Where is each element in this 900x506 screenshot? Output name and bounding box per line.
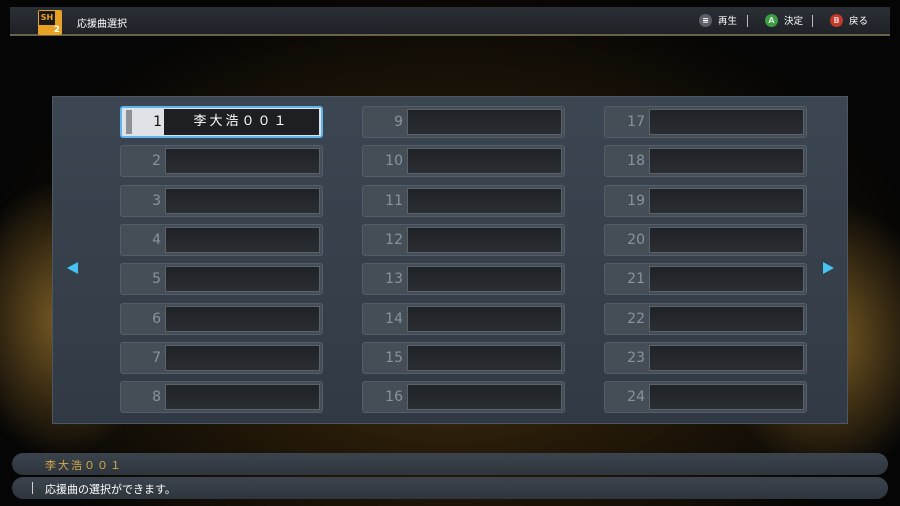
slot-song-name [649, 384, 804, 410]
confirm-hint[interactable]: A 決定 [765, 13, 803, 27]
slot-number: 22 [627, 311, 645, 327]
slot-number: 21 [627, 271, 645, 287]
message-cursor [32, 482, 33, 494]
selected-song-bar: 李大浩００１ [12, 453, 888, 475]
song-slot-22[interactable]: 22 [604, 303, 807, 335]
slot-number: 4 [152, 232, 161, 248]
slot-song-name [407, 345, 562, 371]
team-logo-number: 2 [53, 25, 60, 35]
slot-song-name [165, 345, 320, 371]
slot-number: 16 [385, 389, 403, 405]
song-slot-4[interactable]: 4 [120, 224, 323, 256]
song-slot-19[interactable]: 19 [604, 185, 807, 217]
song-slot-12[interactable]: 12 [362, 224, 565, 256]
slot-number: 23 [627, 350, 645, 366]
slot-song-name [649, 266, 804, 292]
song-slot-10[interactable]: 10 [362, 145, 565, 177]
slot-song-name [649, 345, 804, 371]
slot-number: 14 [385, 311, 403, 327]
slot-song-name: 李大浩００１ [164, 109, 319, 135]
slot-song-name [407, 188, 562, 214]
song-slot-1[interactable]: 1 李大浩００１ [120, 106, 323, 138]
page-title: 応援曲選択 [77, 19, 127, 30]
team-logo-mark: SH [39, 11, 55, 25]
song-slot-21[interactable]: 21 [604, 263, 807, 295]
play-hint-label: 再生 [718, 16, 738, 27]
help-message-bar: 応援曲の選択ができます。 [12, 477, 888, 499]
song-slot-9[interactable]: 9 [362, 106, 565, 138]
song-slot-15[interactable]: 15 [362, 342, 565, 374]
hint-divider [747, 15, 748, 27]
slot-number: 8 [152, 389, 161, 405]
back-hint[interactable]: B 戻る [830, 13, 868, 27]
slot-number: 3 [152, 193, 161, 209]
slot-number: 9 [394, 114, 403, 130]
play-hint[interactable]: ≡ 再生 [699, 13, 737, 27]
a-button-icon: A [765, 13, 778, 27]
song-slot-24[interactable]: 24 [604, 381, 807, 413]
back-hint-label: 戻る [849, 16, 869, 27]
b-button-icon: B [830, 13, 843, 27]
song-slot-2[interactable]: 2 [120, 145, 323, 177]
song-slot-8[interactable]: 8 [120, 381, 323, 413]
song-slot-3[interactable]: 3 [120, 185, 323, 217]
cheer-song-grid-panel: 1 李大浩００１ 2 3 4 5 6 7 8 9 10 11 12 13 14 15 16 17 18 19 20 21 2… [52, 96, 848, 424]
slot-song-name [407, 148, 562, 174]
slot-song-name [165, 227, 320, 253]
slot-number: 11 [385, 193, 403, 209]
slot-number: 13 [385, 271, 403, 287]
team-logo: SH 2 [38, 10, 62, 35]
slot-song-name [165, 266, 320, 292]
slot-song-name [165, 148, 320, 174]
slot-song-name [649, 109, 804, 135]
slot-song-name [165, 384, 320, 410]
help-message: 応援曲の選択ができます。 [45, 483, 176, 496]
slot-song-name [649, 148, 804, 174]
slot-number: 19 [627, 193, 645, 209]
menu-button-icon: ≡ [699, 13, 712, 27]
song-slot-20[interactable]: 20 [604, 224, 807, 256]
slot-number: 7 [152, 350, 161, 366]
song-slot-17[interactable]: 17 [604, 106, 807, 138]
song-slot-6[interactable]: 6 [120, 303, 323, 335]
slot-number: 15 [385, 350, 403, 366]
song-slot-7[interactable]: 7 [120, 342, 323, 374]
slot-song-name [649, 188, 804, 214]
slot-song-name [407, 306, 562, 332]
slot-number: 12 [385, 232, 403, 248]
song-slot-14[interactable]: 14 [362, 303, 565, 335]
page-next-icon[interactable] [823, 262, 834, 274]
slot-song-name [165, 306, 320, 332]
song-slot-18[interactable]: 18 [604, 145, 807, 177]
page-prev-icon[interactable] [67, 262, 78, 274]
slot-number: 18 [627, 153, 645, 169]
song-slot-11[interactable]: 11 [362, 185, 565, 217]
confirm-hint-label: 決定 [784, 16, 804, 27]
slot-song-name [407, 266, 562, 292]
slot-number: 1 [122, 107, 164, 137]
slot-number: 10 [385, 153, 403, 169]
song-slot-16[interactable]: 16 [362, 381, 565, 413]
slot-number: 2 [152, 153, 161, 169]
song-slot-13[interactable]: 13 [362, 263, 565, 295]
slot-song-name [407, 384, 562, 410]
slot-song-name [649, 227, 804, 253]
song-slot-23[interactable]: 23 [604, 342, 807, 374]
slot-number: 24 [627, 389, 645, 405]
hint-divider [812, 15, 813, 27]
slot-song-name [649, 306, 804, 332]
slot-number: 20 [627, 232, 645, 248]
slot-song-name [407, 109, 562, 135]
slot-song-name [407, 227, 562, 253]
slot-number: 6 [152, 311, 161, 327]
slot-song-name [165, 188, 320, 214]
header-bar: SH 2 応援曲選択 ≡ 再生 A 決定 B 戻る [10, 7, 890, 36]
slot-number: 17 [627, 114, 645, 130]
song-slot-5[interactable]: 5 [120, 263, 323, 295]
slot-number: 5 [152, 271, 161, 287]
selected-song-name: 李大浩００１ [45, 459, 123, 472]
